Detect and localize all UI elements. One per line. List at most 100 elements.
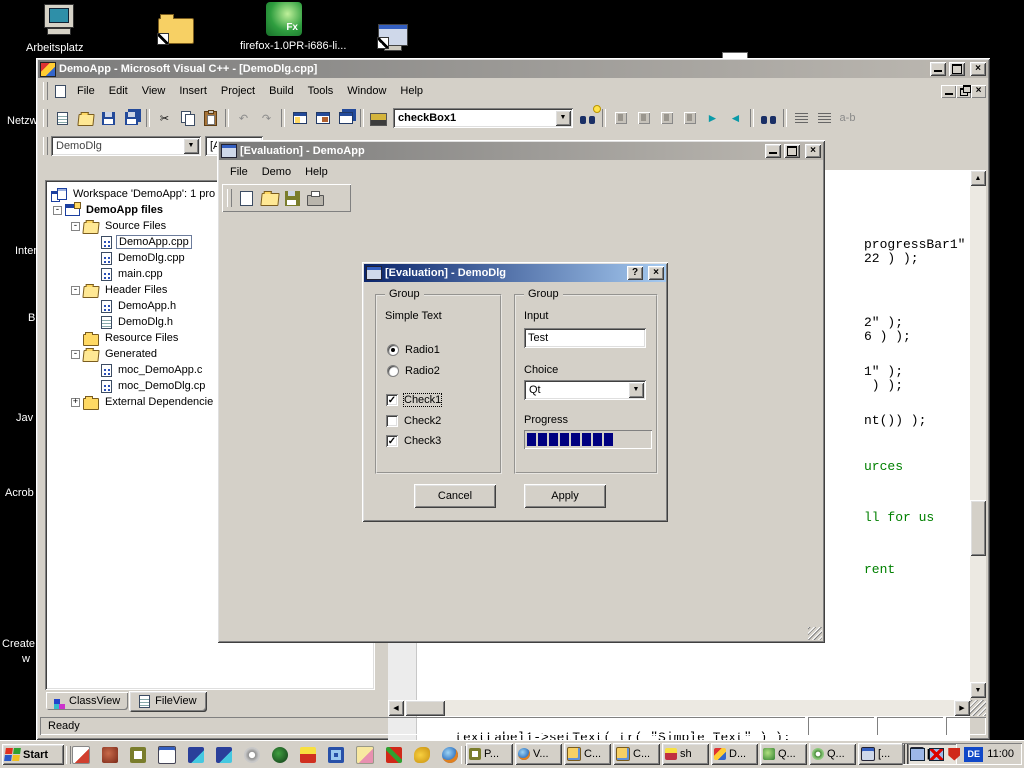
checkbox-check2[interactable]: Check2 [386, 415, 441, 427]
menu-demo[interactable]: Demo [255, 163, 298, 181]
copy-icon[interactable] [176, 108, 199, 128]
menu-file[interactable]: File [223, 163, 255, 181]
tray-network-icon[interactable] [910, 748, 925, 761]
tray-antivirus-icon[interactable] [948, 748, 960, 761]
close-button[interactable]: × [970, 62, 986, 76]
cancel-button[interactable]: Cancel [414, 484, 496, 508]
task-button-5[interactable]: sh [662, 743, 709, 765]
quicklaunch-clock-app-icon[interactable] [130, 747, 146, 763]
scroll-up-icon[interactable]: ▲ [970, 170, 986, 186]
radio-checked-icon[interactable] [387, 344, 399, 356]
checkbox-checked-icon[interactable]: ✓ [386, 394, 398, 406]
menu-view[interactable]: View [135, 82, 173, 100]
new-file-icon[interactable] [51, 108, 74, 128]
save-icon[interactable] [97, 108, 120, 128]
bookmark-icon-1[interactable] [609, 108, 632, 128]
apply-button[interactable]: Apply [524, 484, 606, 508]
radio-unchecked-icon[interactable] [387, 365, 399, 377]
checkbox-checked-icon[interactable]: ✓ [386, 435, 398, 447]
resize-grip[interactable] [970, 700, 986, 716]
open-file-icon[interactable] [258, 188, 281, 208]
menu-help[interactable]: Help [298, 163, 335, 181]
maximize-button[interactable] [949, 62, 965, 76]
quicklaunch-pinwheel-icon[interactable] [386, 747, 402, 763]
cut-icon[interactable]: ✂ [153, 108, 176, 128]
tray-language-indicator[interactable]: DE [964, 747, 983, 762]
output-pane-icon[interactable] [311, 108, 334, 128]
window-list-icon[interactable] [334, 108, 357, 128]
save-all-icon[interactable] [120, 108, 143, 128]
new-file-icon[interactable] [235, 188, 258, 208]
menu-insert[interactable]: Insert [172, 82, 214, 100]
next-error-icon[interactable]: ► [701, 108, 724, 128]
desktop-label-create[interactable]: Create [2, 638, 36, 650]
task-button-4[interactable]: C... [613, 743, 660, 765]
quicklaunch-blue-people-icon[interactable] [188, 747, 204, 763]
checkbox-check3[interactable]: ✓ Check3 [386, 435, 441, 447]
scroll-left-icon[interactable]: ◀ [388, 700, 404, 716]
quicklaunch-blue-people2-icon[interactable] [216, 747, 232, 763]
desktop-icon-display[interactable] [378, 24, 408, 48]
tray-network-offline-icon[interactable] [929, 748, 944, 761]
collapse-icon[interactable]: - [71, 350, 80, 359]
mdi-minimize-button[interactable] [941, 85, 956, 98]
find-in-files-icon[interactable] [757, 108, 780, 128]
scroll-right-icon[interactable]: ▶ [954, 700, 970, 716]
save-icon[interactable] [281, 188, 304, 208]
radio-radio1[interactable]: Radio1 [387, 344, 440, 356]
mdi-close-button[interactable]: × [971, 85, 986, 98]
desktop-label-java[interactable]: Jav [16, 412, 36, 424]
task-button-7[interactable]: Q... [760, 743, 807, 765]
collapse-icon[interactable]: - [71, 222, 80, 231]
quicklaunch-gray-ring-icon[interactable] [244, 747, 260, 763]
quicklaunch-red-app-icon[interactable] [102, 747, 118, 763]
menu-tools[interactable]: Tools [301, 82, 341, 100]
quicklaunch-terminal-icon[interactable] [328, 747, 344, 763]
resize-grip[interactable] [808, 627, 822, 640]
tab-fileview[interactable]: FileView [129, 691, 206, 712]
collapse-icon[interactable]: - [71, 286, 80, 295]
vcpp-titlebar[interactable]: DemoApp - Microsoft Visual C++ - [DemoDl… [38, 60, 988, 78]
task-button-8[interactable]: Q... [809, 743, 856, 765]
desktop-label-internet[interactable]: Inter [15, 245, 36, 257]
wizard-action-icon[interactable] [576, 108, 599, 128]
workspace-pane-icon[interactable] [288, 108, 311, 128]
hscrollbar-thumb[interactable] [405, 700, 445, 716]
bookmark-icon-2[interactable] [632, 108, 655, 128]
vscrollbar-thumb[interactable] [970, 500, 986, 556]
desktop-label-create2[interactable]: w [22, 653, 36, 665]
checkbox-check1[interactable]: ✓ Check1 [386, 394, 441, 406]
close-button[interactable]: × [648, 266, 664, 280]
replace-ab-icon[interactable]: a-b [836, 108, 859, 128]
collapse-icon[interactable]: - [53, 206, 62, 215]
combo-dropdown-icon[interactable]: ▼ [628, 382, 644, 398]
quicklaunch-doc-pen-icon[interactable] [72, 746, 90, 764]
menu-window[interactable]: Window [340, 82, 393, 100]
checkbox-unchecked-icon[interactable] [386, 415, 398, 427]
menu-file[interactable]: File [70, 82, 102, 100]
expand-icon[interactable]: + [71, 398, 80, 407]
desktop-icon-firefox-installer[interactable]: Fx [266, 2, 302, 36]
radio-radio2[interactable]: Radio2 [387, 365, 440, 377]
combo-dropdown-icon[interactable]: ▼ [183, 138, 199, 154]
tab-classview[interactable]: ClassView [46, 692, 128, 710]
task-button-9[interactable]: [... [858, 743, 905, 765]
desktop-icon-computer-label[interactable]: Arbeitsplatz [26, 42, 83, 54]
menu-build[interactable]: Build [262, 82, 300, 100]
mdi-restore-button[interactable] [956, 85, 971, 98]
outdent-icon[interactable] [813, 108, 836, 128]
bookmark-icon-3[interactable] [655, 108, 678, 128]
maximize-button[interactable] [784, 144, 800, 158]
task-button-6[interactable]: D... [711, 743, 758, 765]
combo-dropdown-icon[interactable]: ▼ [555, 110, 571, 126]
quicklaunch-dark-globe-icon[interactable] [272, 747, 288, 763]
choice-combo[interactable]: Qt ▼ [524, 380, 646, 400]
wizardbar-icon[interactable] [367, 108, 390, 128]
desktop-icon-firefox-label[interactable]: firefox-1.0PR-i686-li... [240, 40, 346, 52]
taskbar-grip[interactable] [66, 746, 71, 764]
demoapp-titlebar[interactable]: [Evaluation] - DemoApp × [219, 142, 823, 160]
toolbar-grip[interactable] [227, 189, 232, 207]
bookmark-icon-4[interactable] [678, 108, 701, 128]
help-button[interactable]: ? [627, 266, 643, 280]
toolbar-grip[interactable] [43, 109, 48, 127]
